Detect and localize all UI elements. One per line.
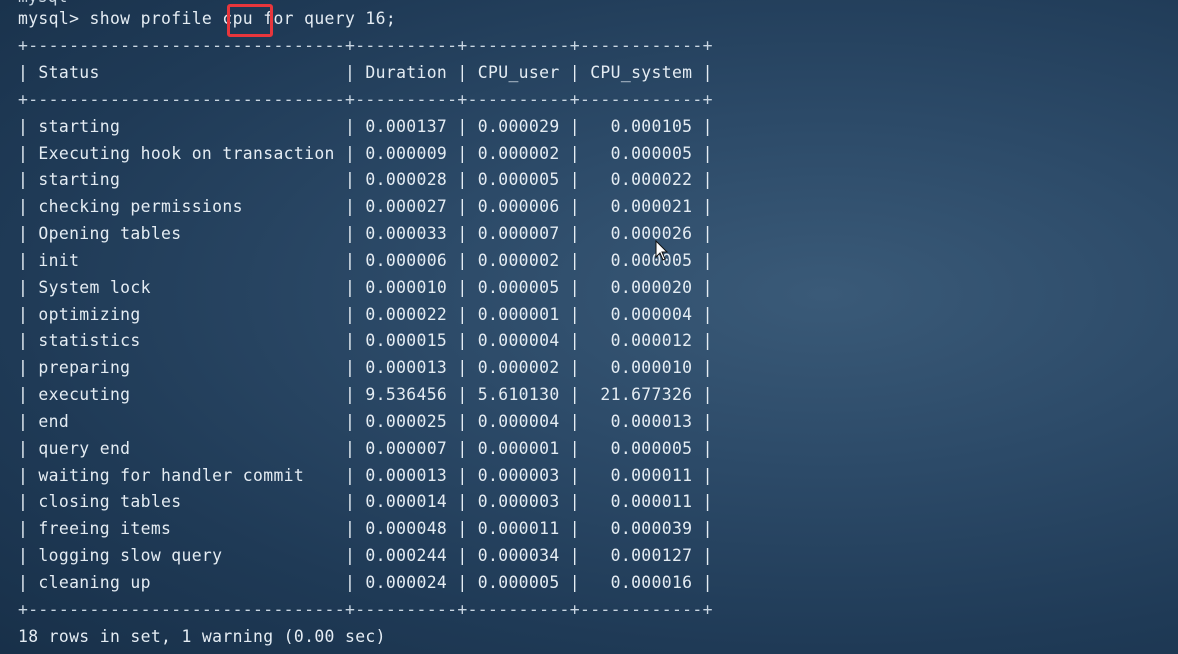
table-header-row: | Status | Duration | CPU_user | CPU_sys… <box>18 63 713 82</box>
table-row: | System lock | 0.000010 | 0.000005 | 0.… <box>18 278 713 297</box>
table-border-top: +-------------------------------+-------… <box>18 36 713 55</box>
table-row: | statistics | 0.000015 | 0.000004 | 0.0… <box>18 331 713 350</box>
command-line: mysql> show profile cpu for query 16; <box>18 9 397 28</box>
table-row: | logging slow query | 0.000244 | 0.0000… <box>18 546 713 565</box>
table-row: | Opening tables | 0.000033 | 0.000007 |… <box>18 224 713 243</box>
table-row: | init | 0.000006 | 0.000002 | 0.000005 … <box>18 251 713 270</box>
table-row: | closing tables | 0.000014 | 0.000003 |… <box>18 492 713 511</box>
table-row: | freeing items | 0.000048 | 0.000011 | … <box>18 519 713 538</box>
table-row: | preparing | 0.000013 | 0.000002 | 0.00… <box>18 358 713 377</box>
table-row: | starting | 0.000028 | 0.000005 | 0.000… <box>18 170 713 189</box>
table-border-header: +-------------------------------+-------… <box>18 90 713 109</box>
table-row: | cleaning up | 0.000024 | 0.000005 | 0.… <box>18 573 713 592</box>
cpu-highlight-box <box>227 4 273 37</box>
table-border-bottom: +-------------------------------+-------… <box>18 600 713 619</box>
table-row: | query end | 0.000007 | 0.000001 | 0.00… <box>18 439 713 458</box>
result-summary: 18 rows in set, 1 warning (0.00 sec) <box>18 627 386 646</box>
table-row: | waiting for handler commit | 0.000013 … <box>18 466 713 485</box>
table-row: | checking permissions | 0.000027 | 0.00… <box>18 197 713 216</box>
terminal-window[interactable]: mysql mysql> show profile cpu for query … <box>0 0 1178 654</box>
table-row: | end | 0.000025 | 0.000004 | 0.000013 | <box>18 412 713 431</box>
table-row: | Executing hook on transaction | 0.0000… <box>18 144 713 163</box>
previous-prompt-fragment: mysql <box>18 0 67 7</box>
table-row: | optimizing | 0.000022 | 0.000001 | 0.0… <box>18 305 713 324</box>
table-row: | starting | 0.000137 | 0.000029 | 0.000… <box>18 117 713 136</box>
table-row: | executing | 9.536456 | 5.610130 | 21.6… <box>18 385 713 404</box>
